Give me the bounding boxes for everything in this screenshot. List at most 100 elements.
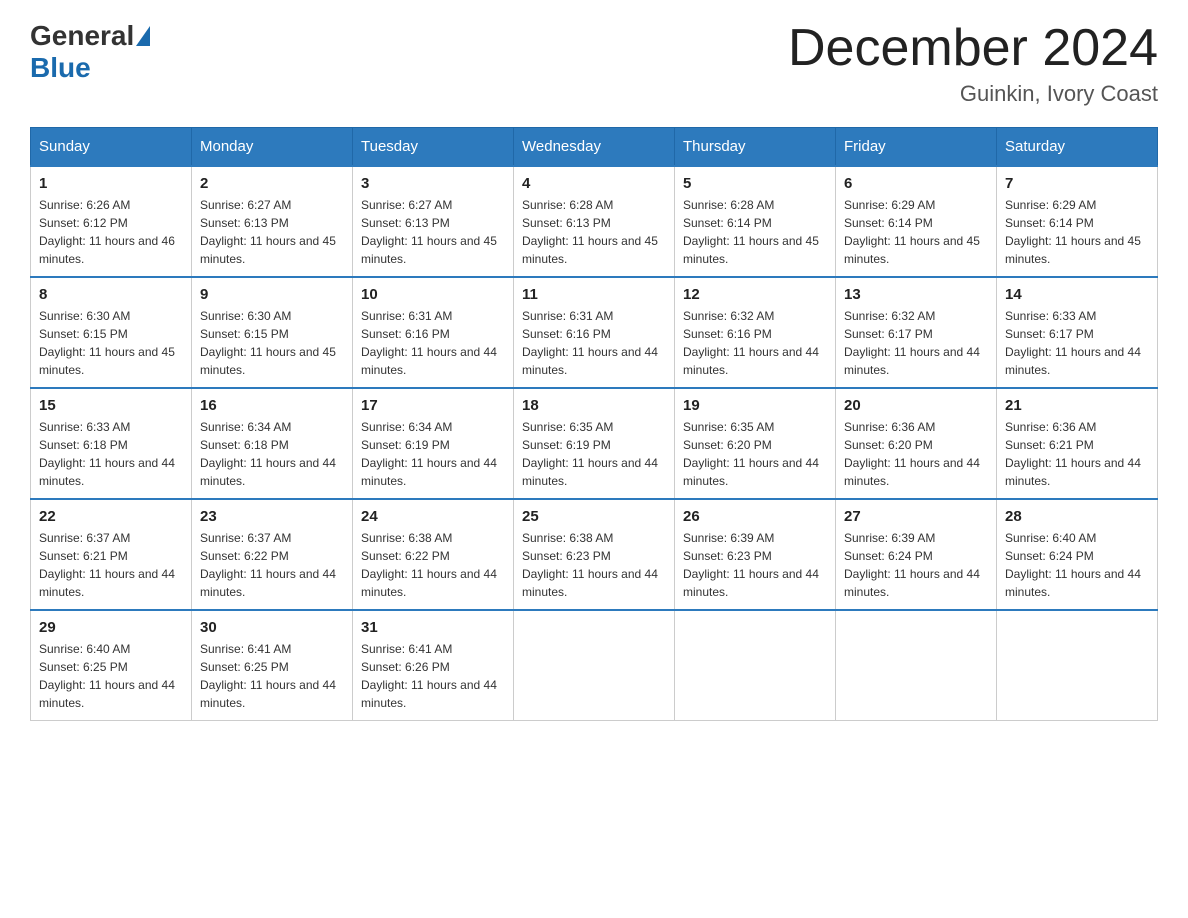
day-number: 13 xyxy=(844,286,988,303)
day-number: 26 xyxy=(683,508,827,525)
calendar-cell: 2 Sunrise: 6:27 AM Sunset: 6:13 PM Dayli… xyxy=(192,166,353,277)
day-info: Sunrise: 6:35 AM Sunset: 6:20 PM Dayligh… xyxy=(683,418,827,490)
day-number: 21 xyxy=(1005,397,1149,414)
week-row-5: 29 Sunrise: 6:40 AM Sunset: 6:25 PM Dayl… xyxy=(31,610,1158,721)
calendar-cell: 8 Sunrise: 6:30 AM Sunset: 6:15 PM Dayli… xyxy=(31,277,192,388)
calendar-cell: 20 Sunrise: 6:36 AM Sunset: 6:20 PM Dayl… xyxy=(836,388,997,499)
day-number: 5 xyxy=(683,175,827,192)
day-number: 10 xyxy=(361,286,505,303)
week-row-2: 8 Sunrise: 6:30 AM Sunset: 6:15 PM Dayli… xyxy=(31,277,1158,388)
calendar-cell: 11 Sunrise: 6:31 AM Sunset: 6:16 PM Dayl… xyxy=(514,277,675,388)
day-info: Sunrise: 6:31 AM Sunset: 6:16 PM Dayligh… xyxy=(522,307,666,379)
day-info: Sunrise: 6:29 AM Sunset: 6:14 PM Dayligh… xyxy=(844,196,988,268)
day-number: 18 xyxy=(522,397,666,414)
calendar-cell xyxy=(997,610,1158,721)
calendar-cell: 5 Sunrise: 6:28 AM Sunset: 6:14 PM Dayli… xyxy=(675,166,836,277)
calendar-cell: 13 Sunrise: 6:32 AM Sunset: 6:17 PM Dayl… xyxy=(836,277,997,388)
calendar-cell: 21 Sunrise: 6:36 AM Sunset: 6:21 PM Dayl… xyxy=(997,388,1158,499)
day-number: 3 xyxy=(361,175,505,192)
day-info: Sunrise: 6:36 AM Sunset: 6:20 PM Dayligh… xyxy=(844,418,988,490)
header-thursday: Thursday xyxy=(675,128,836,167)
day-number: 27 xyxy=(844,508,988,525)
title-area: December 2024 Guinkin, Ivory Coast xyxy=(788,20,1158,107)
day-info: Sunrise: 6:36 AM Sunset: 6:21 PM Dayligh… xyxy=(1005,418,1149,490)
calendar-cell: 26 Sunrise: 6:39 AM Sunset: 6:23 PM Dayl… xyxy=(675,499,836,610)
week-row-3: 15 Sunrise: 6:33 AM Sunset: 6:18 PM Dayl… xyxy=(31,388,1158,499)
calendar-cell: 19 Sunrise: 6:35 AM Sunset: 6:20 PM Dayl… xyxy=(675,388,836,499)
day-info: Sunrise: 6:27 AM Sunset: 6:13 PM Dayligh… xyxy=(200,196,344,268)
calendar-cell: 29 Sunrise: 6:40 AM Sunset: 6:25 PM Dayl… xyxy=(31,610,192,721)
day-info: Sunrise: 6:40 AM Sunset: 6:25 PM Dayligh… xyxy=(39,640,183,712)
day-number: 20 xyxy=(844,397,988,414)
day-info: Sunrise: 6:33 AM Sunset: 6:18 PM Dayligh… xyxy=(39,418,183,490)
day-number: 24 xyxy=(361,508,505,525)
logo-blue-text: Blue xyxy=(30,52,91,84)
header-saturday: Saturday xyxy=(997,128,1158,167)
calendar-cell: 22 Sunrise: 6:37 AM Sunset: 6:21 PM Dayl… xyxy=(31,499,192,610)
day-info: Sunrise: 6:39 AM Sunset: 6:23 PM Dayligh… xyxy=(683,529,827,601)
day-number: 19 xyxy=(683,397,827,414)
calendar-cell: 30 Sunrise: 6:41 AM Sunset: 6:25 PM Dayl… xyxy=(192,610,353,721)
day-number: 9 xyxy=(200,286,344,303)
day-info: Sunrise: 6:29 AM Sunset: 6:14 PM Dayligh… xyxy=(1005,196,1149,268)
day-number: 11 xyxy=(522,286,666,303)
day-number: 30 xyxy=(200,619,344,636)
header-friday: Friday xyxy=(836,128,997,167)
day-info: Sunrise: 6:38 AM Sunset: 6:22 PM Dayligh… xyxy=(361,529,505,601)
day-info: Sunrise: 6:41 AM Sunset: 6:26 PM Dayligh… xyxy=(361,640,505,712)
day-info: Sunrise: 6:34 AM Sunset: 6:18 PM Dayligh… xyxy=(200,418,344,490)
day-info: Sunrise: 6:26 AM Sunset: 6:12 PM Dayligh… xyxy=(39,196,183,268)
location-subtitle: Guinkin, Ivory Coast xyxy=(788,81,1158,107)
calendar-cell: 9 Sunrise: 6:30 AM Sunset: 6:15 PM Dayli… xyxy=(192,277,353,388)
day-info: Sunrise: 6:28 AM Sunset: 6:14 PM Dayligh… xyxy=(683,196,827,268)
day-info: Sunrise: 6:30 AM Sunset: 6:15 PM Dayligh… xyxy=(200,307,344,379)
calendar-cell: 31 Sunrise: 6:41 AM Sunset: 6:26 PM Dayl… xyxy=(353,610,514,721)
calendar-cell: 12 Sunrise: 6:32 AM Sunset: 6:16 PM Dayl… xyxy=(675,277,836,388)
header-monday: Monday xyxy=(192,128,353,167)
week-row-1: 1 Sunrise: 6:26 AM Sunset: 6:12 PM Dayli… xyxy=(31,166,1158,277)
day-info: Sunrise: 6:35 AM Sunset: 6:19 PM Dayligh… xyxy=(522,418,666,490)
day-number: 28 xyxy=(1005,508,1149,525)
calendar-cell xyxy=(514,610,675,721)
month-title: December 2024 xyxy=(788,20,1158,77)
day-number: 6 xyxy=(844,175,988,192)
day-info: Sunrise: 6:34 AM Sunset: 6:19 PM Dayligh… xyxy=(361,418,505,490)
day-number: 8 xyxy=(39,286,183,303)
header-tuesday: Tuesday xyxy=(353,128,514,167)
day-number: 12 xyxy=(683,286,827,303)
calendar-cell: 7 Sunrise: 6:29 AM Sunset: 6:14 PM Dayli… xyxy=(997,166,1158,277)
day-number: 23 xyxy=(200,508,344,525)
day-info: Sunrise: 6:41 AM Sunset: 6:25 PM Dayligh… xyxy=(200,640,344,712)
calendar-cell: 18 Sunrise: 6:35 AM Sunset: 6:19 PM Dayl… xyxy=(514,388,675,499)
calendar-cell: 17 Sunrise: 6:34 AM Sunset: 6:19 PM Dayl… xyxy=(353,388,514,499)
calendar-cell: 27 Sunrise: 6:39 AM Sunset: 6:24 PM Dayl… xyxy=(836,499,997,610)
logo-triangle-icon xyxy=(136,26,150,46)
calendar-cell xyxy=(675,610,836,721)
week-row-4: 22 Sunrise: 6:37 AM Sunset: 6:21 PM Dayl… xyxy=(31,499,1158,610)
day-number: 31 xyxy=(361,619,505,636)
calendar-cell: 23 Sunrise: 6:37 AM Sunset: 6:22 PM Dayl… xyxy=(192,499,353,610)
calendar-cell: 25 Sunrise: 6:38 AM Sunset: 6:23 PM Dayl… xyxy=(514,499,675,610)
header-sunday: Sunday xyxy=(31,128,192,167)
day-number: 7 xyxy=(1005,175,1149,192)
page-header: General Blue December 2024 Guinkin, Ivor… xyxy=(30,20,1158,107)
day-number: 17 xyxy=(361,397,505,414)
calendar-cell: 1 Sunrise: 6:26 AM Sunset: 6:12 PM Dayli… xyxy=(31,166,192,277)
day-info: Sunrise: 6:40 AM Sunset: 6:24 PM Dayligh… xyxy=(1005,529,1149,601)
day-info: Sunrise: 6:27 AM Sunset: 6:13 PM Dayligh… xyxy=(361,196,505,268)
calendar-cell: 10 Sunrise: 6:31 AM Sunset: 6:16 PM Dayl… xyxy=(353,277,514,388)
calendar-table: Sunday Monday Tuesday Wednesday Thursday… xyxy=(30,127,1158,721)
day-info: Sunrise: 6:28 AM Sunset: 6:13 PM Dayligh… xyxy=(522,196,666,268)
day-number: 22 xyxy=(39,508,183,525)
day-info: Sunrise: 6:33 AM Sunset: 6:17 PM Dayligh… xyxy=(1005,307,1149,379)
calendar-cell: 16 Sunrise: 6:34 AM Sunset: 6:18 PM Dayl… xyxy=(192,388,353,499)
day-number: 2 xyxy=(200,175,344,192)
calendar-cell: 28 Sunrise: 6:40 AM Sunset: 6:24 PM Dayl… xyxy=(997,499,1158,610)
day-number: 14 xyxy=(1005,286,1149,303)
logo: General Blue xyxy=(30,20,152,84)
calendar-cell: 15 Sunrise: 6:33 AM Sunset: 6:18 PM Dayl… xyxy=(31,388,192,499)
calendar-cell: 3 Sunrise: 6:27 AM Sunset: 6:13 PM Dayli… xyxy=(353,166,514,277)
day-number: 15 xyxy=(39,397,183,414)
logo-general-text: General xyxy=(30,20,134,52)
day-number: 1 xyxy=(39,175,183,192)
